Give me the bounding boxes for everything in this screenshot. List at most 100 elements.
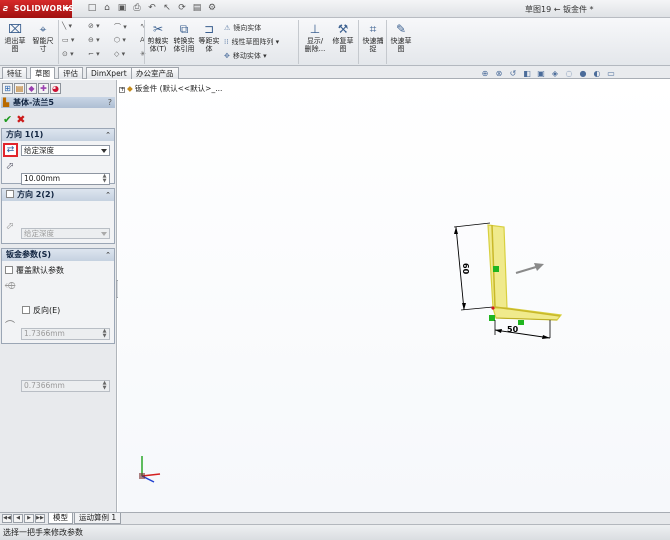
undo-icon[interactable]: ↶ (146, 3, 158, 14)
open-icon[interactable]: ⌂ (101, 3, 113, 14)
dimxpert-manager-tab-icon[interactable]: ✚ (38, 83, 49, 94)
rectangle-icon[interactable]: ▭ ▾ (62, 36, 82, 44)
direction2-header[interactable]: 方向 2(2) ⌃ (2, 189, 114, 201)
new-icon[interactable]: □ (86, 3, 98, 14)
tab-model[interactable]: 模型 (48, 513, 73, 524)
relations-icon: ⊥ (309, 22, 321, 36)
prev-tab-icon[interactable]: ◀ (13, 514, 23, 523)
triad-origin (139, 473, 145, 479)
ellipse-icon[interactable]: ⊙ ▾ (62, 50, 82, 58)
scene-icon[interactable]: ◐ (592, 69, 602, 78)
feature-tree-tab-icon[interactable]: ⊞ (2, 83, 13, 94)
tab-office-products[interactable]: 办公室产品 (131, 67, 179, 79)
rebuild-icon[interactable]: ⟳ (176, 3, 188, 14)
previous-view-icon[interactable]: ↺ (508, 69, 518, 78)
quick-snap-label: 快速捕 捉 (362, 37, 384, 53)
direction2-checkbox[interactable] (6, 190, 14, 198)
bend-radius-input: 0.7366mm ▲ ▼ (21, 380, 110, 392)
print-icon[interactable]: ⎙ (131, 3, 143, 14)
tab-motion-study[interactable]: 运动算例 1 (74, 513, 122, 524)
quick-snaps-button[interactable]: ⌗ 快速捕 捉 (360, 22, 386, 53)
quick-snap-icon: ⌗ (369, 22, 377, 36)
tab-features[interactable]: 特征 (2, 67, 27, 79)
linear-pattern-icon: ⁞⁞ (224, 38, 229, 46)
select-icon[interactable]: ↖ (161, 3, 173, 14)
reverse-checkbox[interactable]: 反向(E) (22, 306, 60, 316)
collapse-icon[interactable]: ⌃ (105, 189, 111, 201)
vertical-relation-marker[interactable] (493, 266, 499, 272)
depth-input[interactable]: 10.00mm ▲ ▼ (21, 173, 110, 185)
collapse-icon[interactable]: ⌃ (105, 129, 111, 141)
last-tab-icon[interactable]: ▶▶ (35, 514, 45, 523)
display-style-icon[interactable]: ◈ (550, 69, 560, 78)
tab-evaluate[interactable]: 评估 (58, 67, 83, 79)
dim-50-arrow-right (542, 335, 550, 339)
edit-appearance-icon[interactable]: ● (578, 69, 588, 78)
exit-sketch-button[interactable]: ⌧ 退出草 图 (2, 22, 28, 53)
line-icon[interactable]: ╲ ▾ (62, 22, 82, 32)
fillet-icon[interactable]: ⌐ ▾ (88, 50, 108, 58)
move-icon: ✥ (224, 52, 230, 60)
rapid-sketch-button[interactable]: ✎ 快速草 图 (388, 22, 414, 53)
menu-arrow-icon (64, 7, 70, 11)
coincident-relation-marker[interactable] (489, 315, 495, 321)
section-view-icon[interactable]: ◧ (522, 69, 532, 78)
ok-button[interactable]: ✔ (3, 113, 12, 126)
solidworks-logo[interactable]: ƨ SOLIDWORKS (0, 0, 74, 18)
mirror-icon: ⚠ (224, 24, 231, 32)
convert-entities-button[interactable]: ⧉ 转换实 体引用 (171, 22, 197, 53)
sheet-metal-header[interactable]: 钣金参数(S) ⌃ (2, 249, 114, 261)
direction-handle-arrow[interactable] (534, 263, 544, 271)
display-delete-relations-button[interactable]: ⊥ 显示/ 删除... (302, 22, 328, 53)
offset-entities-button[interactable]: ⊐ 等距实 体 (198, 22, 220, 53)
view-orientation-icon[interactable]: ▣ (536, 69, 546, 78)
arc-icon[interactable]: ⌒ ▾ (114, 22, 134, 32)
tab-dimxpert[interactable]: DimXpert (86, 67, 132, 79)
collapse-icon[interactable]: ⌃ (105, 249, 111, 261)
file-props-icon[interactable]: ▤ (191, 3, 203, 14)
options-icon[interactable]: ⚙ (206, 3, 218, 14)
repair-label: 修复草 图 (332, 37, 354, 53)
save-icon[interactable]: ▣ (116, 3, 128, 14)
dim-50-text[interactable]: 50 (507, 325, 519, 334)
zoom-fit-icon[interactable]: ⊕ (480, 69, 490, 78)
spinner-icon: ▲▼ (102, 328, 107, 339)
polygon-icon[interactable]: ⬡ ▾ (114, 36, 134, 44)
move-entities-button[interactable]: ✥ 移动实体 ▾ (224, 51, 267, 61)
plane-icon[interactable]: ◇ ▾ (114, 50, 134, 58)
repair-sketch-button[interactable]: ⚒ 修复草 图 (330, 22, 356, 53)
slot-icon[interactable]: ⊖ ▾ (88, 36, 108, 44)
linear-pattern-button[interactable]: ⁞⁞ 线性草图阵列 ▾ (224, 37, 279, 47)
ribbon-separator (386, 20, 387, 64)
circle-icon[interactable]: ⊘ ▾ (88, 22, 108, 32)
help-button[interactable]: ? (108, 97, 112, 108)
override-default-checkbox[interactable]: 覆盖默认参数 (5, 266, 64, 276)
dim-60-text[interactable]: 60 (461, 263, 470, 275)
sketch-origin-point (491, 306, 495, 310)
trim-entities-button[interactable]: ✂ 剪裁实 体(T) (146, 22, 170, 53)
zoom-area-icon[interactable]: ⊗ (494, 69, 504, 78)
repair-icon: ⚒ (337, 22, 349, 36)
view-settings-icon[interactable]: ▭ (606, 69, 616, 78)
exit-sketch-label: 退出草 图 (4, 37, 26, 53)
sketch-canvas[interactable]: 60 50 (118, 80, 670, 512)
end-condition-select[interactable]: 给定深度 (21, 145, 110, 156)
ribbon-separator (298, 20, 299, 64)
property-manager-tab-icon[interactable]: ▤ (14, 83, 25, 94)
mirror-entities-button[interactable]: ⚠ 镜向实体 (224, 23, 261, 33)
hide-show-icon[interactable]: ◌ (564, 69, 574, 78)
smart-dimension-button[interactable]: ⌖ 智能尺 寸 (30, 22, 56, 53)
spinner-icon[interactable]: ▲ ▼ (101, 174, 108, 184)
horizontal-relation-marker[interactable] (518, 320, 524, 325)
direction1-header[interactable]: 方向 1(1) ⌃ (2, 129, 114, 141)
display-manager-tab-icon[interactable]: ◕ (50, 83, 61, 94)
configuration-manager-tab-icon[interactable]: ◆ (26, 83, 37, 94)
thickness-input: 1.7366mm ▲ ▼ (21, 328, 110, 340)
cancel-button[interactable]: ✖ (16, 113, 25, 126)
first-tab-icon[interactable]: ◀◀ (2, 514, 12, 523)
exit-sketch-icon: ⌧ (8, 22, 22, 36)
tab-sketch[interactable]: 草图 (30, 67, 55, 79)
ok-cancel-buttons: ✔ ✖ (3, 113, 25, 126)
next-tab-icon[interactable]: ▶ (24, 514, 34, 523)
reverse-direction-button[interactable]: ⇄ (3, 143, 18, 157)
